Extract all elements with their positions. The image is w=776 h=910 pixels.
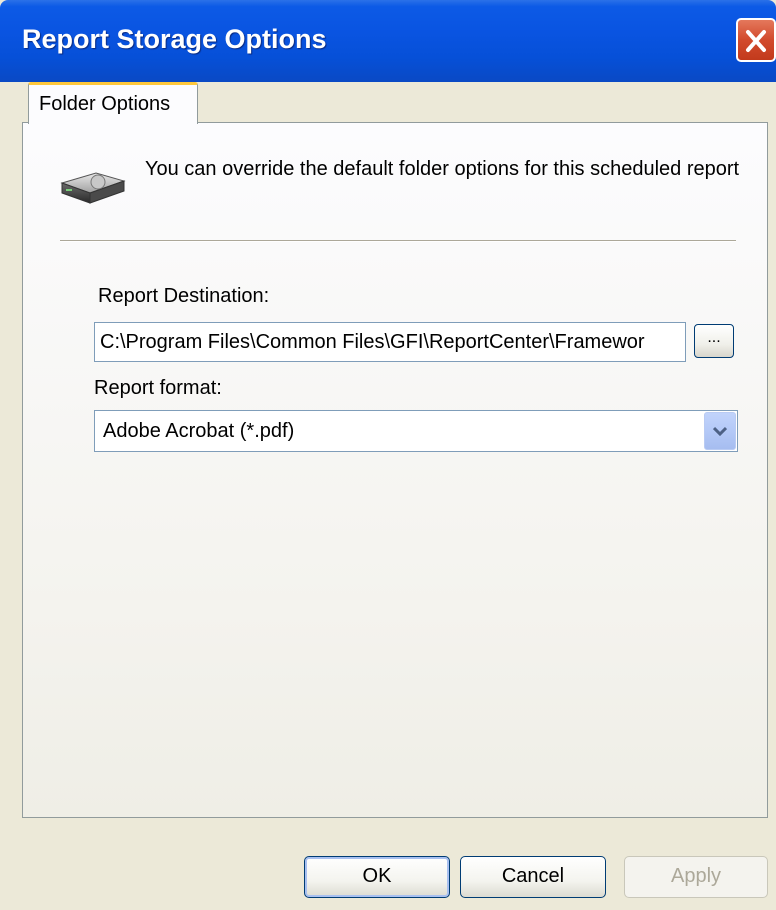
hard-drive-icon — [60, 172, 126, 204]
ok-button[interactable]: OK — [304, 856, 450, 898]
browse-button[interactable]: ... — [694, 324, 734, 358]
tab-folder-options[interactable]: Folder Options — [28, 82, 198, 124]
window-title: Report Storage Options — [22, 24, 327, 54]
tab-panel — [22, 122, 768, 818]
dropdown-button[interactable] — [704, 412, 736, 450]
chevron-down-icon — [713, 426, 727, 436]
info-text: You can override the default folder opti… — [145, 158, 740, 180]
cancel-button[interactable]: Cancel — [460, 856, 606, 898]
separator — [60, 240, 736, 242]
close-button[interactable] — [736, 18, 776, 62]
report-destination-input[interactable] — [94, 322, 686, 362]
report-format-value: Adobe Acrobat (*.pdf) — [103, 420, 295, 442]
report-format-select[interactable]: Adobe Acrobat (*.pdf) — [94, 410, 738, 452]
report-format-label: Report format: — [94, 377, 222, 399]
report-destination-label: Report Destination: — [98, 285, 270, 307]
tab-label: Folder Options — [39, 93, 171, 115]
apply-button: Apply — [624, 856, 768, 898]
close-icon — [746, 30, 766, 52]
title-bar: Report Storage Options — [0, 0, 776, 82]
